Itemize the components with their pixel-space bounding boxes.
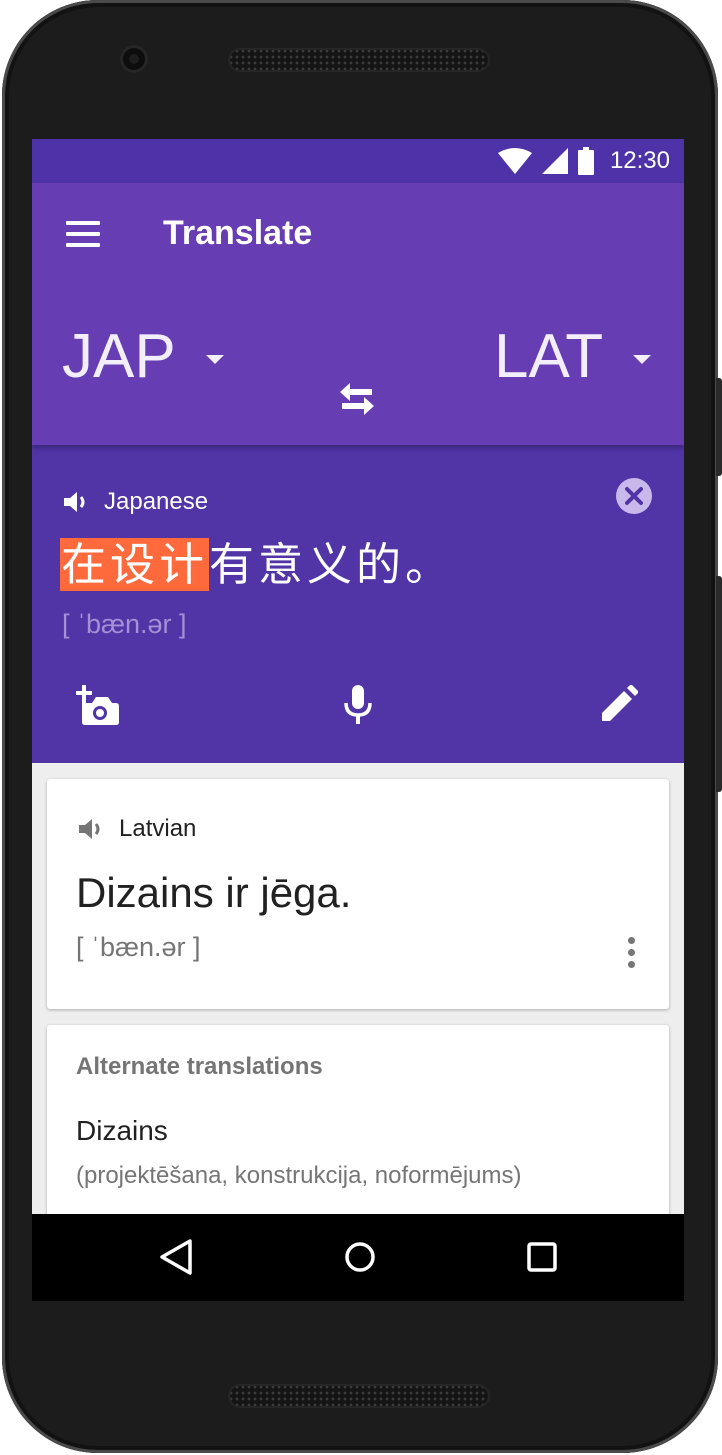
source-text-rest: 有意义的。 <box>209 538 455 591</box>
target-language-name: Latvian <box>119 815 197 842</box>
edit-pencil-icon[interactable] <box>602 685 638 721</box>
translation-result-card[interactable]: Latvian Dizains ir jēga. [ ˈbæn.ər ] <box>47 779 669 1009</box>
camera-add-icon[interactable] <box>76 685 120 725</box>
cell-signal-icon <box>541 148 568 174</box>
source-language-selector[interactable]: JAP <box>62 321 224 392</box>
source-language-label: JAP <box>62 322 176 391</box>
more-options-icon[interactable] <box>625 937 637 969</box>
translated-text: Dizains ir jēga. <box>76 869 352 916</box>
status-bar: 12:30 <box>32 139 684 183</box>
power-button <box>716 576 722 792</box>
close-icon <box>625 487 643 505</box>
navigation-bar <box>32 1214 684 1301</box>
highlighted-text: 在设计 <box>60 538 210 591</box>
status-time: 12:30 <box>609 147 670 174</box>
microphone-icon[interactable] <box>344 685 372 725</box>
battery-icon <box>577 147 594 175</box>
input-panel: Japanese 在设计有意义的。 [ ˈbæn.ər ] <box>32 445 684 763</box>
source-text[interactable]: 在设计有意义的。 <box>60 537 454 593</box>
app-title: Translate <box>163 214 313 252</box>
alternate-translations-heading: Alternate translations <box>76 1053 323 1080</box>
clear-input-button[interactable] <box>616 478 652 514</box>
home-icon[interactable] <box>341 1238 379 1276</box>
back-icon[interactable] <box>158 1238 194 1276</box>
recents-icon[interactable] <box>523 1238 561 1276</box>
target-language-selector[interactable]: LAT <box>494 321 652 392</box>
speaker-icon[interactable] <box>62 490 90 514</box>
source-language-row[interactable]: Japanese <box>62 488 208 516</box>
swap-languages-icon[interactable] <box>338 383 376 415</box>
translated-phonetic: [ ˈbæn.ər ] <box>76 932 201 962</box>
front-camera <box>120 45 148 73</box>
target-language-row[interactable]: Latvian <box>77 815 196 843</box>
wifi-icon <box>497 148 532 174</box>
speaker-icon[interactable] <box>77 817 105 841</box>
source-language-name: Japanese <box>104 488 209 515</box>
volume-button <box>716 378 722 476</box>
target-language-label: LAT <box>494 322 604 391</box>
bottom-speaker <box>228 1384 490 1408</box>
alternate-translation-meanings: (projektēšana, konstrukcija, noformējums… <box>76 1162 522 1189</box>
top-speaker <box>228 48 490 72</box>
status-icons: 12:30 <box>497 139 670 183</box>
phone-frame: 12:30 Translate JAP LAT Japanese 在设计有意义的… <box>0 0 722 1455</box>
source-phonetic: [ ˈbæn.ər ] <box>62 609 187 639</box>
app-bar: Translate JAP LAT <box>32 183 684 445</box>
screen: 12:30 Translate JAP LAT Japanese 在设计有意义的… <box>32 139 684 1301</box>
menu-icon[interactable] <box>66 221 100 247</box>
chevron-down-icon <box>633 355 652 364</box>
alternate-translation-word[interactable]: Dizains <box>76 1115 168 1147</box>
chevron-down-icon <box>205 355 224 364</box>
